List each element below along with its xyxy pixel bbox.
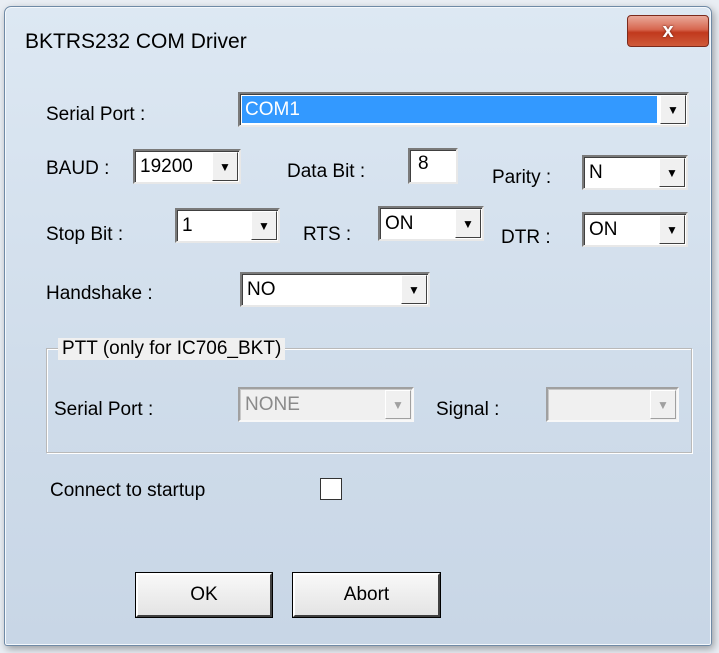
parity-value: N [589,162,603,183]
serial-port-select[interactable]: COM1 ▼ [238,92,689,127]
handshake-value: NO [247,279,276,300]
abort-button[interactable]: Abort [293,573,440,617]
dtr-select[interactable]: ON ▼ [582,212,688,247]
data-bit-label: Data Bit : [287,161,366,182]
close-icon: x [662,19,674,42]
serial-port-label: Serial Port : [46,104,146,125]
chevron-down-icon[interactable]: ▼ [650,390,676,419]
ok-button[interactable]: OK [136,573,272,617]
connect-startup-label: Connect to startup [50,480,206,501]
chevron-down-icon[interactable]: ▼ [401,275,427,304]
parity-select[interactable]: N ▼ [582,155,688,190]
rts-value: ON [385,213,414,234]
stop-bit-label: Stop Bit : [46,224,124,245]
chevron-down-icon[interactable]: ▼ [659,215,685,244]
ptt-group-title: PTT (only for IC706_BKT) [58,338,286,360]
ptt-signal-select[interactable]: ▼ [546,387,679,422]
ptt-serial-port-value: NONE [245,394,300,415]
ptt-signal-label: Signal : [436,399,500,420]
close-button[interactable]: x [627,15,709,47]
dtr-label: DTR : [501,227,551,248]
handshake-select[interactable]: NO ▼ [240,272,430,307]
baud-label: BAUD : [46,158,110,179]
rts-label: RTS : [303,224,352,245]
chevron-down-icon[interactable]: ▼ [251,211,277,240]
chevron-down-icon[interactable]: ▼ [455,209,481,238]
stop-bit-value: 1 [182,215,193,236]
serial-port-value: COM1 [242,96,657,123]
chevron-down-icon[interactable]: ▼ [659,158,685,187]
chevron-down-icon[interactable]: ▼ [212,152,238,181]
handshake-label: Handshake : [46,283,153,304]
baud-select[interactable]: 19200 ▼ [133,149,241,184]
ptt-serial-port-select[interactable]: NONE ▼ [238,387,414,422]
ptt-serial-port-label: Serial Port : [54,399,154,420]
stop-bit-select[interactable]: 1 ▼ [175,208,280,243]
chevron-down-icon[interactable]: ▼ [660,95,686,124]
dtr-value: ON [589,219,618,240]
window-title: BKTRS232 COM Driver [25,30,247,53]
data-bit-input[interactable]: 8 [408,148,458,184]
connect-startup-checkbox[interactable] [320,478,342,500]
rts-select[interactable]: ON ▼ [378,206,484,241]
parity-label: Parity : [492,167,552,188]
data-bit-value: 8 [418,153,429,174]
chevron-down-icon[interactable]: ▼ [385,390,411,419]
baud-value: 19200 [140,156,193,177]
